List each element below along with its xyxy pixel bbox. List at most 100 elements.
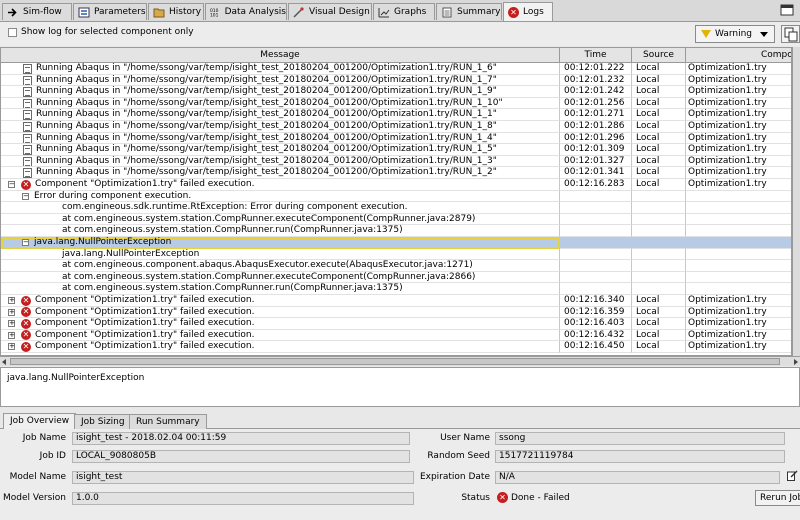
- table-row[interactable]: at com.engineous.system.station.CompRunn…: [1, 283, 791, 295]
- table-row[interactable]: java.lang.NullPointerException: [1, 248, 791, 261]
- expiration-date-label: Expiration Date: [419, 472, 490, 482]
- component-cell: Optimization1.try: [686, 133, 791, 145]
- time-cell: 00:12:01.341: [560, 167, 632, 179]
- expiration-date-field[interactable]: N/A: [495, 471, 780, 484]
- job-id-field[interactable]: LOCAL_9080805B: [72, 450, 410, 463]
- collapse-icon[interactable]: −: [8, 181, 15, 188]
- expand-icon[interactable]: +: [8, 308, 15, 316]
- table-row[interactable]: Running Abaqus in "/home/ssong/var/temp/…: [1, 155, 791, 168]
- vertical-scrollbar[interactable]: [792, 47, 800, 356]
- table-row[interactable]: Running Abaqus in "/home/ssong/var/temp/…: [1, 74, 791, 87]
- expand-icon[interactable]: +: [8, 297, 15, 304]
- scroll-right-icon[interactable]: [794, 359, 798, 365]
- message-cell: Running Abaqus in "/home/ssong/var/temp/…: [1, 63, 560, 75]
- tab-logs[interactable]: ✕ Logs: [503, 2, 553, 21]
- column-header-component[interactable]: Component: [686, 48, 791, 62]
- source-cell: [632, 190, 686, 203]
- time-cell: 00:12:01.222: [560, 63, 632, 75]
- edit-icon[interactable]: [787, 470, 798, 481]
- column-header-message[interactable]: Message: [1, 48, 560, 62]
- table-row[interactable]: at com.engineous.system.station.CompRunn…: [1, 271, 791, 284]
- time-cell: 00:12:16.359: [560, 306, 632, 319]
- model-version-field[interactable]: 1.0.0: [72, 492, 414, 505]
- tab-run-summary[interactable]: Run Summary: [129, 414, 207, 429]
- log-entry-icon: [23, 122, 32, 132]
- tab-summary[interactable]: Summary: [436, 3, 502, 20]
- user-name-field[interactable]: ssong: [495, 432, 785, 445]
- tab-job-sizing[interactable]: Job Sizing: [74, 414, 132, 429]
- collapse-icon[interactable]: −: [22, 192, 29, 200]
- table-row[interactable]: + ✕ Component "Optimization1.try" failed e…: [1, 341, 791, 353]
- source-cell: [632, 271, 686, 284]
- source-cell: Local: [632, 318, 686, 330]
- message-text: Running Abaqus in "/home/ssong/var/temp/…: [36, 109, 497, 120]
- message-text: Component "Optimization1.try" failed exe…: [35, 179, 255, 189]
- log-entry-icon: [23, 156, 32, 167]
- table-row[interactable]: + ✕ Component "Optimization1.try" failed e…: [1, 318, 791, 330]
- component-cell: Optimization1.try: [686, 179, 791, 191]
- table-row[interactable]: com.engineous.sdk.runtime.RtException: E…: [1, 202, 791, 214]
- expand-icon[interactable]: +: [8, 331, 15, 339]
- source-cell: Local: [632, 86, 686, 98]
- message-cell: Running Abaqus in "/home/ssong/var/temp/…: [1, 109, 560, 121]
- tab-visual-design[interactable]: Visual Design: [288, 3, 372, 20]
- tab-parameters[interactable]: Parameters: [73, 3, 147, 20]
- component-cell: Optimization1.try: [686, 341, 791, 353]
- graphs-icon: [378, 7, 390, 17]
- table-row[interactable]: Running Abaqus in "/home/ssong/var/temp/…: [1, 63, 791, 75]
- component-cell: [686, 237, 791, 249]
- tab-history[interactable]: History: [148, 3, 204, 20]
- scroll-thumb[interactable]: [10, 358, 780, 365]
- table-row[interactable]: Running Abaqus in "/home/ssong/var/temp/…: [1, 121, 791, 133]
- tab-label: Data Analysis: [224, 7, 286, 17]
- scroll-left-icon[interactable]: [2, 359, 6, 365]
- show-log-checkbox[interactable]: [8, 28, 17, 37]
- table-row[interactable]: + ✕ Component "Optimization1.try" failed e…: [1, 295, 791, 307]
- time-cell: 00:12:01.296: [560, 132, 632, 145]
- tab-job-overview[interactable]: Job Overview: [3, 413, 77, 429]
- show-log-label: Show log for selected component only: [21, 27, 194, 37]
- rerun-job-button[interactable]: Rerun Job: [755, 490, 800, 506]
- table-row[interactable]: − Error during component execution.: [1, 190, 791, 203]
- message-text: at com.engineous.system.station.CompRunn…: [62, 271, 476, 282]
- copy-log-button[interactable]: [781, 25, 800, 43]
- table-row[interactable]: Running Abaqus in "/home/ssong/var/temp/…: [1, 132, 791, 145]
- table-row[interactable]: Running Abaqus in "/home/ssong/var/temp/…: [1, 144, 791, 156]
- horizontal-scrollbar[interactable]: [0, 356, 800, 366]
- tab-label: Summary: [457, 7, 501, 17]
- table-header: Message Time Source Component: [1, 48, 791, 63]
- job-name-field[interactable]: isight_test - 2018.02.04 00:11:59: [72, 432, 410, 445]
- table-row[interactable]: + ✕ Component "Optimization1.try" failed e…: [1, 306, 791, 319]
- column-header-source[interactable]: Source: [632, 48, 686, 62]
- table-row[interactable]: − ✕ Component "Optimization1.try" failed e…: [1, 179, 791, 191]
- table-row[interactable]: − java.lang.NullPointerException: [1, 237, 791, 249]
- collapse-icon[interactable]: −: [22, 239, 29, 246]
- message-text: Component "Optimization1.try" failed exe…: [35, 318, 255, 329]
- time-cell: [560, 202, 632, 214]
- maximize-icon[interactable]: [780, 4, 794, 16]
- message-cell: Running Abaqus in "/home/ssong/var/temp/…: [1, 132, 560, 145]
- table-row[interactable]: Running Abaqus in "/home/ssong/var/temp/…: [1, 167, 791, 179]
- table-row[interactable]: at com.engineous.system.station.CompRunn…: [1, 213, 791, 226]
- source-cell: Local: [632, 155, 686, 168]
- table-row[interactable]: Running Abaqus in "/home/ssong/var/temp/…: [1, 97, 791, 110]
- log-level-select[interactable]: Warning: [695, 25, 775, 43]
- random-seed-field[interactable]: 1517721119784: [495, 450, 785, 463]
- table-row[interactable]: + ✕ Component "Optimization1.try" failed e…: [1, 329, 791, 342]
- expand-icon[interactable]: +: [8, 320, 15, 328]
- model-name-field[interactable]: isight_test: [72, 471, 414, 484]
- table-row[interactable]: Running Abaqus in "/home/ssong/var/temp/…: [1, 109, 791, 121]
- expand-icon[interactable]: +: [8, 343, 15, 351]
- source-cell: [632, 213, 686, 226]
- tab-sim-flow[interactable]: Sim-flow: [2, 3, 72, 20]
- job-tab-bar: Job Overview Job Sizing Run Summary: [0, 412, 800, 429]
- component-cell: [686, 272, 791, 284]
- table-row[interactable]: Running Abaqus in "/home/ssong/var/temp/…: [1, 86, 791, 98]
- message-text: at com.engineous.system.station.CompRunn…: [62, 283, 403, 294]
- column-header-time[interactable]: Time: [560, 48, 632, 62]
- tab-graphs[interactable]: Graphs: [373, 3, 435, 20]
- message-cell: com.engineous.sdk.runtime.RtException: E…: [1, 202, 560, 214]
- table-row[interactable]: at com.engineous.system.station.CompRunn…: [1, 225, 791, 237]
- tab-data-analysis[interactable]: 010 101 Data Analysis: [205, 3, 287, 20]
- table-row[interactable]: at com.engineous.component.abaqus.Abaqus…: [1, 260, 791, 272]
